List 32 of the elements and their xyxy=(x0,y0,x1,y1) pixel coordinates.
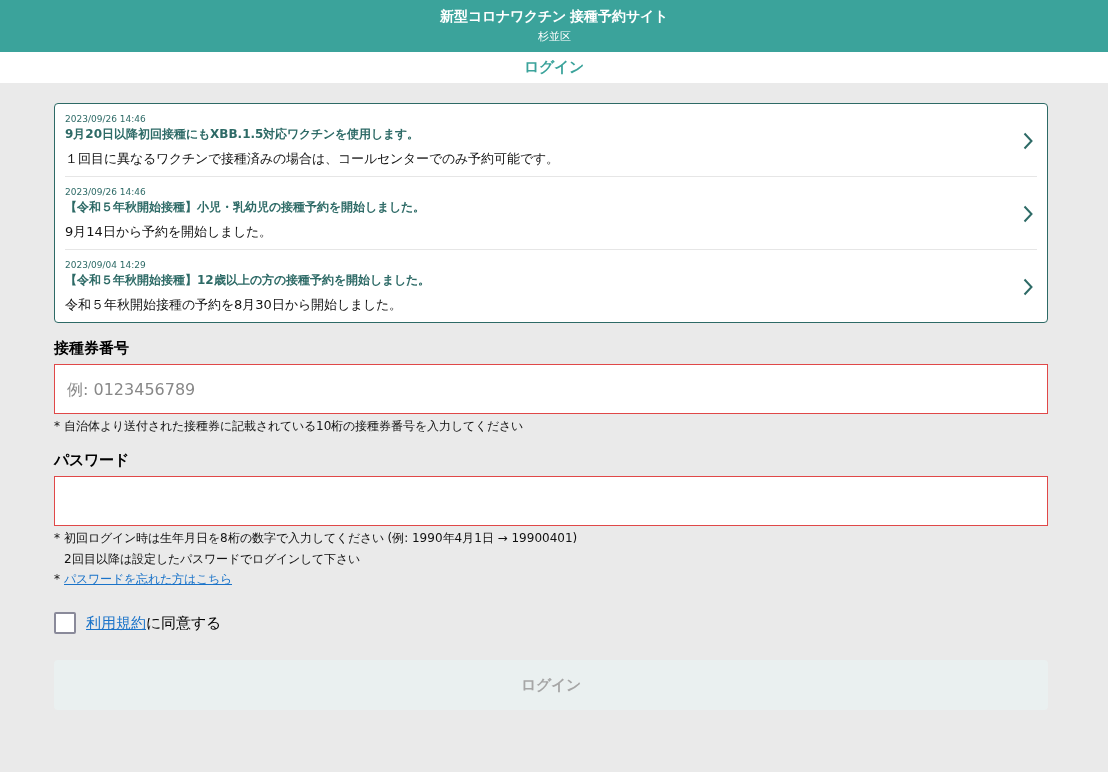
notice-title: 9月20日以降初回接種にもXBB.1.5対応ワクチンを使用します。 xyxy=(65,126,421,143)
checkbox[interactable] xyxy=(54,612,76,635)
input-field[interactable] xyxy=(54,475,1048,526)
notice-title: 【令和５年秋開始接種】12歳以上の方の接種予約を開始しました。 xyxy=(65,272,431,289)
asterisk-mark: * xyxy=(54,529,60,547)
field-label: パスワード xyxy=(54,450,130,470)
notice-item[interactable]: 2023/09/04 14:29 【令和５年秋開始接種】12歳以上の方の接種予約を開始しました。 令和５年秋開始接種の予約を8月30日から開始しました。 xyxy=(65,250,1037,322)
notice-title: 【令和５年秋開始接種】小児・乳幼児の接種予約を開始しました。 xyxy=(65,199,426,216)
notice-date: 2023/09/26 14:46 xyxy=(65,187,147,197)
chevron-right-icon xyxy=(1023,278,1033,296)
notice-body: １回目に異なるワクチンで接種済みの場合は、コールセンターでのみ予約可能です。 xyxy=(65,150,560,168)
notice-body: 令和５年秋開始接種の予約を8月30日から開始しました。 xyxy=(65,296,403,314)
terms-link[interactable]: 利用規約 xyxy=(86,613,146,632)
notice-date: 2023/09/26 14:46 xyxy=(65,114,147,124)
page-title: ログイン xyxy=(524,58,584,77)
site-subtitle: 杉並区 xyxy=(537,29,571,44)
hint-text: 2回目以降は設定したパスワードでログインして下さい xyxy=(64,550,360,568)
notice-item[interactable]: 2023/09/26 14:46 【令和５年秋開始接種】小児・乳幼児の接種予約を開始しました。 9月14日から予約を開始しました。 xyxy=(65,177,1037,250)
terms-agreement-text: 利用規約に同意する xyxy=(86,613,221,633)
chevron-right-icon xyxy=(1023,205,1033,223)
asterisk-mark: * xyxy=(54,571,60,589)
hint-text: 初回ログイン時は生年月日を8桁の数字で入力してください (例: 1990年4月1日 → 19900401) xyxy=(64,529,578,547)
input-field[interactable]: 例: 0123456789 xyxy=(54,364,1048,414)
chevron-right-icon xyxy=(1023,132,1033,150)
asterisk-mark: * xyxy=(54,418,60,435)
notice-body: 9月14日から予約を開始しました。 xyxy=(65,223,273,241)
notice-item[interactable]: 2023/09/26 14:46 9月20日以降初回接種にもXBB.1.5対応ワクチンを使用します。 １回目に異なるワクチンで接種済みの場合は、コールセンターでのみ予約可能です。 xyxy=(65,104,1037,177)
hint-text: 自治体より送付された接種券に記載されている10桁の接種券番号を入力してください xyxy=(64,418,524,435)
notice-date: 2023/09/04 14:29 xyxy=(65,260,147,270)
site-title: 新型コロナワクチン 接種予約サイト xyxy=(439,8,669,26)
forgot-password-link[interactable]: パスワードを忘れた方はこちら xyxy=(64,571,232,589)
field-label: 接種券番号 xyxy=(54,339,130,358)
